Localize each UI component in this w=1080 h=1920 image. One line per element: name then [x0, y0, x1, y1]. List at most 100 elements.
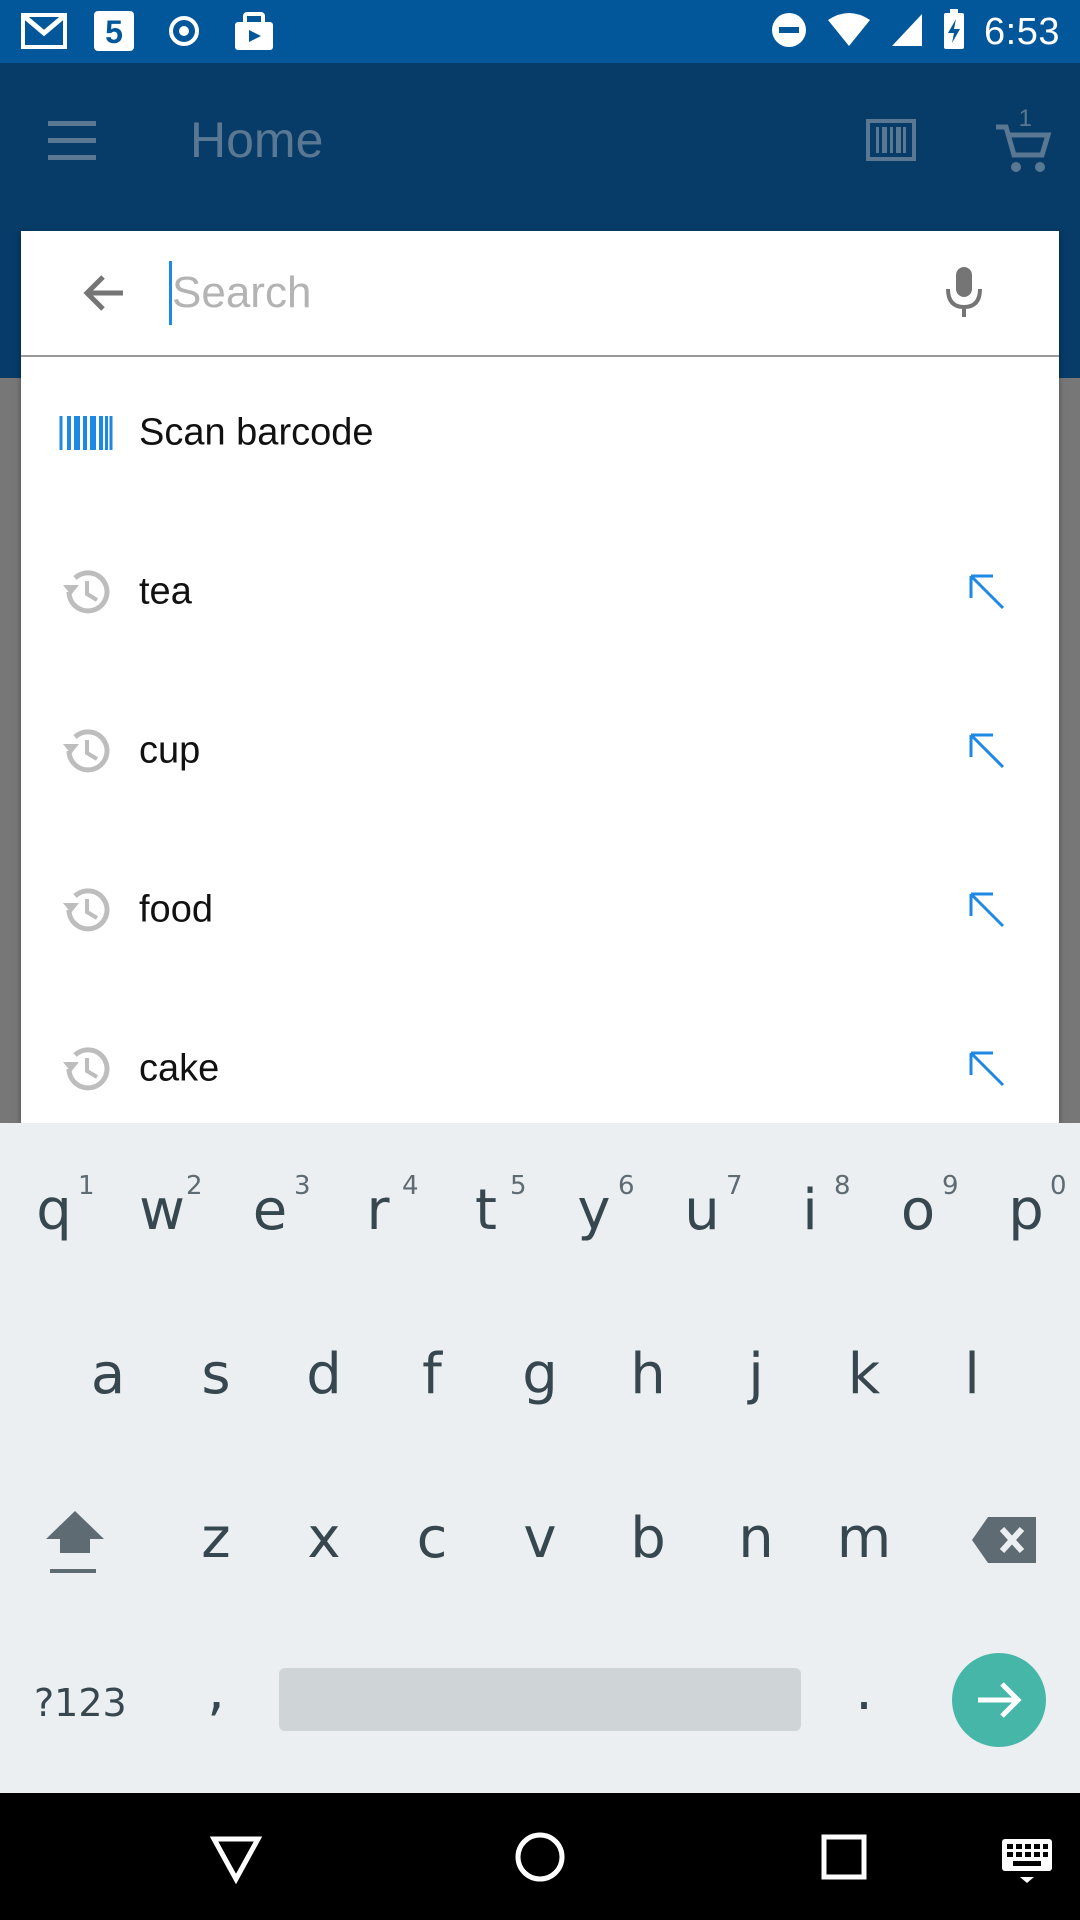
- suggestion-scan-barcode[interactable]: Scan barcode: [21, 353, 1059, 512]
- suggestion-history-item[interactable]: cup: [21, 671, 1059, 830]
- key-p[interactable]: 0p: [994, 1171, 1066, 1239]
- history-icon: [59, 883, 113, 937]
- suggestion-history-item[interactable]: food: [21, 830, 1059, 989]
- key-n[interactable]: n: [724, 1511, 788, 1567]
- key-char: j: [748, 1342, 764, 1407]
- back-nav-icon[interactable]: [208, 1829, 264, 1885]
- key-char: z: [201, 1506, 231, 1571]
- key-h[interactable]: h: [616, 1347, 680, 1403]
- search-bar: [21, 231, 1059, 357]
- key-char: n: [738, 1506, 774, 1571]
- suggestion-history-item[interactable]: tea: [21, 512, 1059, 671]
- comma-key[interactable]: ,: [184, 1663, 248, 1719]
- key-char: r: [366, 1178, 390, 1243]
- suggestion-label: cup: [139, 729, 201, 771]
- arrow-right-icon: [978, 1682, 1022, 1718]
- key-char: k: [847, 1342, 881, 1407]
- key-u[interactable]: 7u: [670, 1171, 742, 1239]
- cart-icon: [996, 124, 1052, 172]
- search-panel: Scan barcode tea cup food cake: [21, 231, 1059, 1123]
- key-l[interactable]: l: [940, 1347, 1004, 1403]
- wifi-icon: [826, 12, 872, 53]
- key-w[interactable]: 2w: [130, 1171, 202, 1239]
- key-hint: 5: [510, 1171, 527, 1201]
- period-key[interactable]: .: [832, 1663, 896, 1719]
- history-icon: [59, 724, 113, 778]
- key-hint: 4: [402, 1171, 419, 1201]
- barcode-scan-icon[interactable]: [866, 115, 916, 165]
- search-input[interactable]: [169, 261, 932, 325]
- battery-charging-icon: [942, 8, 966, 56]
- key-char: h: [630, 1342, 666, 1407]
- key-hint: 8: [834, 1171, 851, 1201]
- key-k[interactable]: k: [832, 1347, 896, 1403]
- back-arrow-icon[interactable]: [79, 267, 131, 319]
- key-char: s: [201, 1342, 231, 1407]
- microphone-icon[interactable]: [939, 265, 989, 321]
- key-char: w: [139, 1178, 185, 1243]
- signal-icon: [890, 12, 924, 53]
- key-char: p: [1008, 1178, 1044, 1243]
- enter-button[interactable]: [952, 1653, 1046, 1747]
- key-e[interactable]: 3e: [238, 1171, 311, 1239]
- suggestion-history-item[interactable]: cake: [21, 989, 1059, 1123]
- key-hint: 0: [1050, 1171, 1067, 1201]
- key-t[interactable]: 5t: [454, 1171, 527, 1239]
- status-bar: 5 6:53: [0, 0, 1080, 63]
- fill-query-arrow-icon[interactable]: [967, 1049, 1007, 1089]
- key-j[interactable]: j: [724, 1347, 788, 1403]
- key-q[interactable]: 1q: [22, 1171, 94, 1239]
- key-char: ,: [207, 1658, 225, 1723]
- suggestion-label: food: [139, 888, 213, 930]
- key-x[interactable]: x: [292, 1511, 356, 1567]
- key-char: o: [900, 1178, 936, 1243]
- key-char: u: [684, 1178, 720, 1243]
- recents-nav-icon[interactable]: [816, 1829, 872, 1885]
- spacebar[interactable]: [279, 1668, 801, 1731]
- key-g[interactable]: g: [508, 1347, 572, 1403]
- suggestion-label: cake: [139, 1047, 220, 1089]
- history-icon: [59, 565, 113, 619]
- key-char: l: [964, 1342, 980, 1407]
- key-i[interactable]: 8i: [778, 1171, 850, 1239]
- key-char: i: [802, 1178, 818, 1243]
- key-z[interactable]: z: [184, 1511, 248, 1567]
- shift-key[interactable]: [40, 1503, 110, 1583]
- key-hint: 6: [618, 1171, 635, 1201]
- keyboard-switch-icon[interactable]: [998, 1829, 1056, 1885]
- key-char: x: [307, 1506, 341, 1571]
- key-d[interactable]: d: [292, 1347, 356, 1403]
- key-b[interactable]: b: [616, 1511, 680, 1567]
- key-o[interactable]: 9o: [886, 1171, 959, 1239]
- do-not-disturb-icon: [770, 11, 808, 54]
- home-nav-icon[interactable]: [512, 1829, 568, 1885]
- key-a[interactable]: a: [76, 1347, 140, 1403]
- backspace-key[interactable]: [970, 1511, 1040, 1571]
- key-r[interactable]: 4r: [346, 1171, 418, 1239]
- calendar-5-icon: 5: [90, 8, 138, 54]
- menu-icon[interactable]: [44, 113, 100, 169]
- key-hint: 1: [78, 1171, 95, 1201]
- key-y[interactable]: 6y: [562, 1171, 634, 1239]
- key-f[interactable]: f: [400, 1347, 464, 1403]
- key-c[interactable]: c: [400, 1511, 464, 1567]
- suggestion-label: tea: [139, 570, 192, 612]
- key-hint: 2: [186, 1171, 203, 1201]
- key-hint: 3: [294, 1171, 311, 1201]
- key-m[interactable]: m: [832, 1511, 896, 1567]
- fill-query-arrow-icon[interactable]: [967, 572, 1007, 612]
- key-char: .: [855, 1658, 873, 1723]
- cart-button[interactable]: 1: [992, 105, 1052, 177]
- key-hint: 9: [942, 1171, 959, 1201]
- key-s[interactable]: s: [184, 1347, 248, 1403]
- key-char: f: [422, 1342, 442, 1407]
- key-char: b: [630, 1506, 666, 1571]
- fill-query-arrow-icon[interactable]: [967, 731, 1007, 771]
- fill-query-arrow-icon[interactable]: [967, 890, 1007, 930]
- radio-icon: [160, 8, 208, 54]
- key-char: g: [522, 1342, 558, 1407]
- system-nav-bar: [0, 1793, 1080, 1920]
- gmail-icon: [20, 8, 68, 54]
- key-v[interactable]: v: [508, 1511, 572, 1567]
- symbols-key[interactable]: ?123: [34, 1681, 127, 1725]
